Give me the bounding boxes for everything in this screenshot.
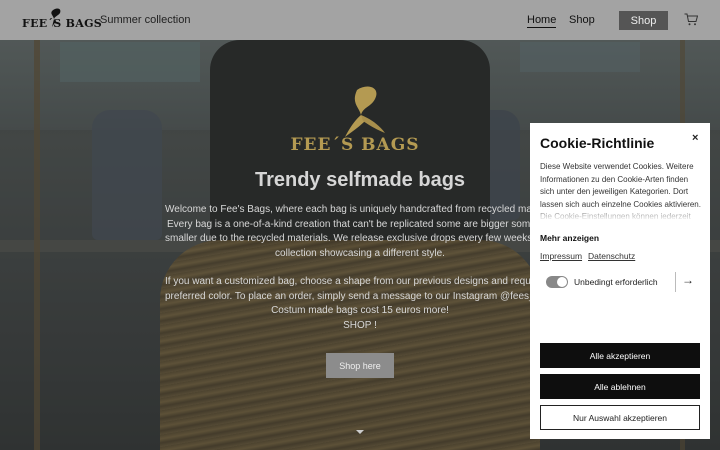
close-icon[interactable]: × [692, 132, 698, 144]
divider [675, 272, 676, 292]
show-more-toggle[interactable]: Mehr anzeigen [540, 233, 599, 243]
impressum-link[interactable]: Impressum [540, 251, 582, 261]
hero-text-line: collection showcasing a different style. [275, 247, 445, 259]
accept-all-button[interactable]: Alle akzeptieren [540, 343, 700, 368]
necessary-cookies-label: Unbedingt erforderlich [574, 277, 658, 287]
necessary-cookies-toggle[interactable] [546, 276, 568, 288]
hero-text-line: preferred color. To place an order, simp… [165, 290, 560, 302]
header-shop-button[interactable]: Shop [619, 11, 668, 30]
arrow-right-icon[interactable]: → [682, 273, 694, 287]
hero-text-line: smaller due to the recycled materials. W… [165, 233, 580, 244]
description-fade [540, 205, 702, 221]
site-header: FEE´S BAGS Summer collection Home Shop S… [0, 0, 720, 40]
datenschutz-link[interactable]: Datenschutz [588, 251, 635, 261]
hero-text-line: If you want a customized bag, choose a s… [165, 276, 567, 287]
hero-text-line: Every bag is a one-of-a-kind creation th… [166, 218, 553, 230]
cart-icon[interactable] [684, 13, 699, 26]
nav-shop-link[interactable]: Shop [569, 14, 595, 26]
hero-text-line: Costum made bags cost 15 euros more! [271, 305, 449, 316]
accept-selection-button[interactable]: Nur Auswahl akzeptieren [540, 405, 700, 430]
hero-description: Welcome to Fee's Bags, where each bag is… [165, 203, 580, 333]
hero-text-line: SHOP ! [343, 319, 377, 331]
scroll-down-icon[interactable] [356, 430, 364, 434]
hero-logo-text: FEE´S BAGS [290, 135, 420, 155]
site-logo[interactable]: FEE´S BAGS [22, 7, 102, 33]
site-tagline: Summer collection [100, 14, 191, 26]
hero-text-line: Welcome to Fee's Bags, where each bag is… [165, 204, 562, 215]
reject-all-button[interactable]: Alle ablehnen [540, 374, 700, 399]
shop-here-button[interactable]: Shop here [326, 353, 394, 378]
logo-text: FEE´S BAGS [22, 17, 103, 30]
nav-home-link[interactable]: Home [527, 14, 557, 28]
cookie-dialog: Cookie-Richtlinie × Diese Website verwen… [530, 123, 710, 439]
cookie-title: Cookie-Richtlinie [540, 135, 655, 151]
hero-title: Trendy selfmade bags [254, 169, 466, 191]
